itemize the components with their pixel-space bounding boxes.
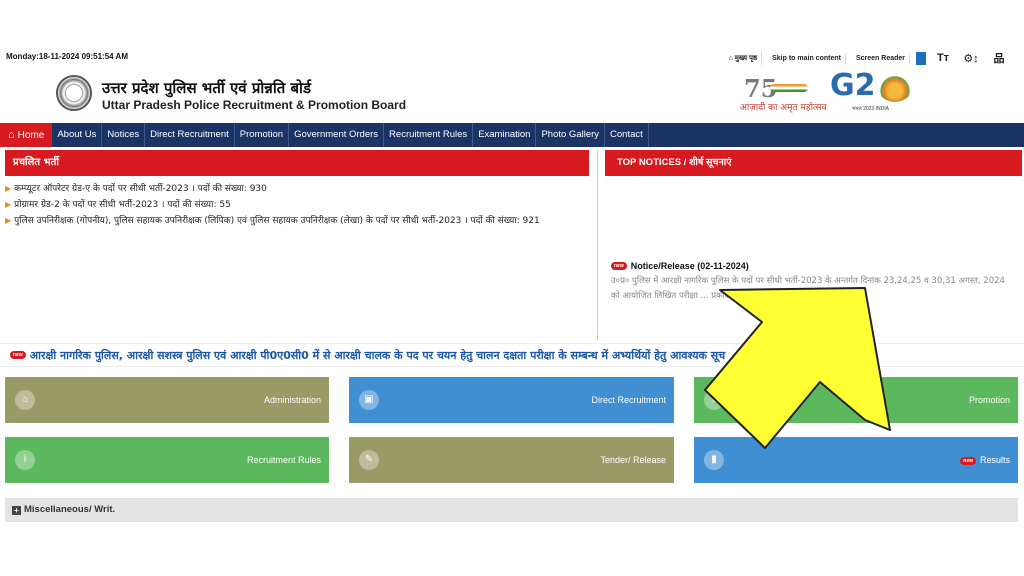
- font-size-icon[interactable]: Tт: [932, 52, 954, 64]
- recruitment-list: ▶ कम्प्यूटर ऑपरेटर ग्रेड-ए के पदों पर सीध…: [5, 181, 589, 229]
- arrow-right-icon: ▶: [5, 184, 12, 193]
- notice-text: उ०प्र० पुलिस में आरक्षी नागरिक पुलिस के …: [611, 276, 1005, 301]
- nav-direct-recruitment[interactable]: Direct Recruitment: [145, 123, 235, 147]
- sitemap-icon[interactable]: 品: [988, 50, 1010, 66]
- site-title-english: Uttar Pradesh Police Recruitment & Promo…: [102, 98, 407, 112]
- home-icon: ⌂: [15, 390, 35, 410]
- news-ticker: new आरक्षी नागरिक पुलिस, आरक्षी सशस्त्र …: [0, 343, 1024, 367]
- tile-results[interactable]: ▮ new Results: [694, 437, 1018, 483]
- current-recruitment-heading: प्रचलित भर्ती: [5, 150, 589, 176]
- panel-divider: [597, 150, 598, 340]
- site-title-hindi: उत्तर प्रदेश पुलिस भर्ती एवं प्रोन्नति ब…: [102, 79, 311, 97]
- new-badge: new: [10, 351, 26, 359]
- miscellaneous-writ-accordion[interactable]: + Miscellaneous/ Writ.: [5, 498, 1018, 522]
- current-datetime: Monday:18-11-2024 09:51:54 AM: [6, 52, 128, 61]
- promotion-icon: ⇑: [704, 390, 724, 410]
- site-header: उत्तर प्रदेश पुलिस भर्ती एवं प्रोन्नति ब…: [0, 68, 1024, 122]
- person-icon: i: [15, 450, 35, 470]
- main-navigation: ⌂ Home About Us Notices Direct Recruitmen…: [0, 123, 1024, 147]
- board-logo[interactable]: [56, 75, 92, 111]
- top-utility-bar: Monday:18-11-2024 09:51:54 AM ⌂ मुख्य पृ…: [0, 0, 1024, 70]
- tag-icon: ✎: [359, 450, 379, 470]
- list-item[interactable]: ▶ प्रोग्रामर ग्रेड-2 के पदों पर सीधी भर्त…: [5, 197, 589, 213]
- bookmark-icon: ▮: [704, 450, 724, 470]
- tile-administration[interactable]: ⌂ Administration: [5, 377, 329, 423]
- top-notices-panel: TOP NOTICES / शीर्ष सूचनाएं new Notice/R…: [605, 150, 1022, 340]
- flag-ribbon-icon: [770, 84, 808, 92]
- list-item[interactable]: ▶ कम्प्यूटर ऑपरेटर ग्रेड-ए के पदों पर सीध…: [5, 181, 589, 197]
- utility-links: ⌂ मुख्य पृष्ठ Skip to main content Scree…: [725, 50, 1010, 66]
- top-notices-heading: TOP NOTICES / शीर्ष सूचनाएं: [605, 150, 1022, 176]
- nav-promotion[interactable]: Promotion: [235, 123, 290, 147]
- settings-icon[interactable]: ⚙↕: [960, 52, 982, 65]
- lotus-icon: [878, 74, 912, 102]
- nav-contact[interactable]: Contact: [605, 123, 649, 147]
- arrow-right-icon: ▶: [5, 216, 12, 225]
- nav-recruitment-rules[interactable]: Recruitment Rules: [384, 123, 474, 147]
- nav-about-us[interactable]: About Us: [52, 123, 103, 147]
- plus-icon: +: [12, 506, 21, 515]
- new-badge: new: [960, 457, 976, 465]
- new-badge: new: [611, 262, 627, 270]
- skip-to-content-link[interactable]: Skip to main content: [768, 52, 846, 64]
- nav-examination[interactable]: Examination: [473, 123, 537, 147]
- id-card-icon: ▣: [359, 390, 379, 410]
- home-icon: ⌂: [728, 54, 733, 62]
- tile-tender-release[interactable]: ✎ Tender/ Release: [349, 437, 674, 483]
- tile-recruitment-rules[interactable]: i Recruitment Rules: [5, 437, 329, 483]
- nav-home[interactable]: ⌂ Home: [0, 123, 53, 147]
- screen-reader-link[interactable]: Screen Reader: [852, 52, 910, 64]
- contrast-toggle[interactable]: [916, 51, 926, 65]
- notice-item[interactable]: new Notice/Release (02-11-2024) उ०प्र० प…: [611, 261, 1016, 304]
- nav-government-orders[interactable]: Government Orders: [289, 123, 385, 147]
- ticker-text[interactable]: आरक्षी नागरिक पुलिस, आरक्षी सशस्त्र पुलि…: [30, 348, 725, 363]
- notice-title[interactable]: Notice/Release (02-11-2024): [631, 261, 749, 271]
- azadi-ka-amrit-mahotsav-logo: 75 आज़ादी का अमृत महोत्सव: [740, 74, 827, 113]
- tile-promotion[interactable]: ⇑ Promotion: [694, 377, 1018, 423]
- list-item[interactable]: ▶ पुलिस उपनिरीक्षक (गोपनीय), पुलिस सहायक …: [5, 213, 589, 229]
- tile-direct-recruitment[interactable]: ▣ Direct Recruitment: [349, 377, 674, 423]
- g20-logo: G2 भारत 2023 INDIA: [828, 68, 918, 116]
- current-recruitment-panel: प्रचलित भर्ती ▶ कम्प्यूटर ऑपरेटर ग्रेड-ए …: [5, 150, 589, 340]
- home-icon: ⌂: [8, 129, 15, 141]
- arrow-right-icon: ▶: [5, 200, 12, 209]
- nav-notices[interactable]: Notices: [102, 123, 146, 147]
- home-link[interactable]: ⌂ मुख्य पृष्ठ: [725, 51, 763, 65]
- nav-photo-gallery[interactable]: Photo Gallery: [536, 123, 606, 147]
